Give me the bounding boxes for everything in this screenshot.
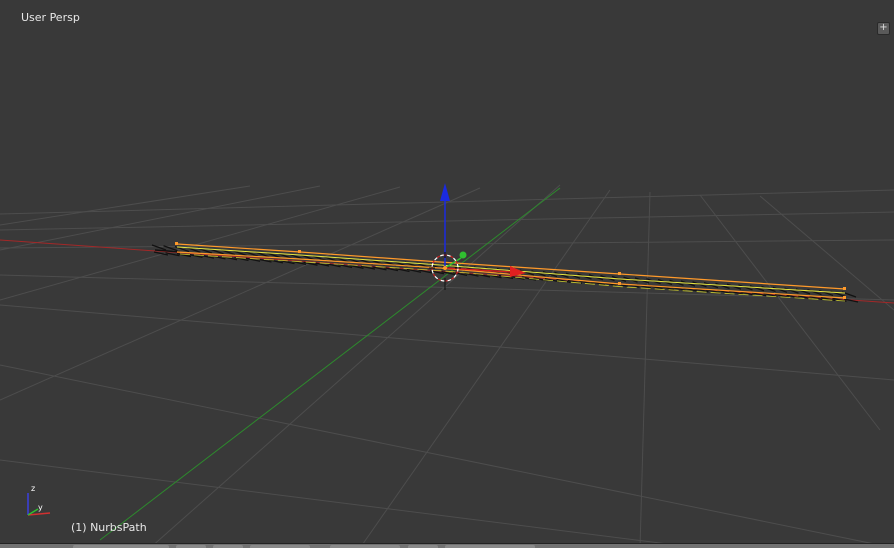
grid-line (0, 187, 481, 401)
area-split-widget[interactable]: + (877, 22, 890, 35)
grid-line (149, 184, 561, 548)
manipulator-z-arrow[interactable] (440, 183, 450, 201)
grid-line (0, 304, 894, 381)
viewport-header-bar (0, 543, 894, 548)
curve-spline-lower (179, 253, 846, 302)
3d-viewport[interactable]: z y User Persp (1) NurbsPath + (0, 0, 894, 548)
grid-line (0, 186, 401, 301)
grid-line (0, 239, 894, 249)
floor-grid (0, 184, 894, 548)
grid-line (639, 191, 651, 548)
active-object-label: (1) NurbsPath (71, 521, 147, 534)
scene-canvas[interactable]: z y (0, 0, 894, 548)
grid-line (699, 194, 881, 431)
grid-line (0, 459, 701, 548)
axis-orientation-icon: z y (27, 484, 51, 516)
transform-manipulator-icon[interactable] (440, 183, 526, 277)
y-axis-line (99, 187, 561, 541)
grid-line (0, 185, 251, 226)
svg-text:z: z (31, 484, 35, 493)
view-mode-label: User Persp (21, 11, 80, 24)
grid-line (0, 211, 894, 231)
svg-text:y: y (38, 503, 43, 512)
manipulator-y-handle[interactable] (459, 251, 467, 259)
